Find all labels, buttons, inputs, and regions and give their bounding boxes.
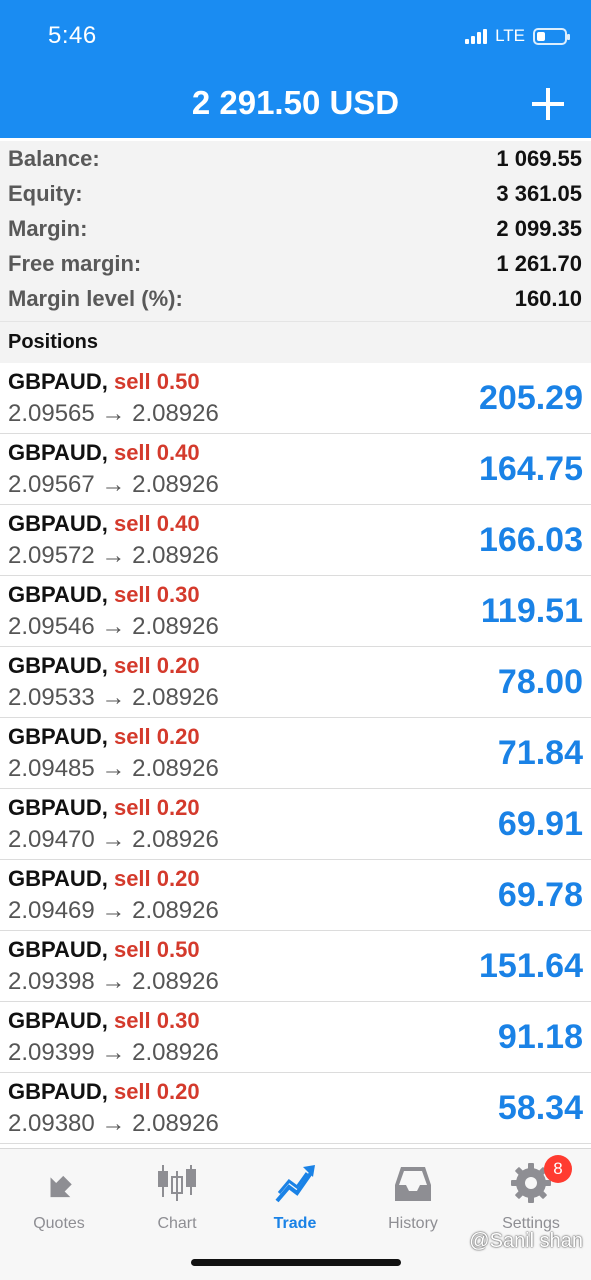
network-label: LTE — [495, 26, 525, 45]
position-row[interactable]: GBPAUD, sell 0.20 2.09470 → 2.08926 69.9… — [0, 789, 591, 860]
chart-icon — [158, 1165, 196, 1201]
status-time: 5:46 — [48, 22, 97, 49]
position-profit: 78.00 — [497, 663, 583, 701]
position-symbol: GBPAUD, — [8, 1008, 108, 1033]
summary-value: 1 069.55 — [496, 145, 582, 171]
summary-label: Balance: — [8, 145, 100, 171]
app-header: 5:46 LTE 2 291.50 USD — [0, 0, 591, 138]
positions-list: GBPAUD, sell 0.50 2.09565 → 2.08926 205.… — [0, 363, 591, 1144]
position-symbol: GBPAUD, — [8, 1079, 108, 1104]
position-prices: 2.09398 → 2.08926 — [8, 968, 219, 995]
tab-label: Trade — [273, 1215, 317, 1232]
position-prices: 2.09470 → 2.08926 — [8, 826, 219, 853]
position-symbol: GBPAUD, — [8, 369, 108, 394]
position-prices: 2.09533 → 2.08926 — [8, 684, 219, 711]
position-row[interactable]: GBPAUD, sell 0.30 2.09546 → 2.08926 119.… — [0, 576, 591, 647]
position-symbol: GBPAUD, — [8, 866, 108, 891]
summary-label: Margin level (%): — [8, 285, 183, 311]
battery-icon — [533, 27, 570, 45]
position-profit: 119.51 — [480, 592, 583, 630]
tab-trade[interactable]: Trade — [236, 1157, 354, 1237]
position-profit: 166.03 — [479, 521, 583, 559]
position-type: sell 0.40 — [113, 440, 200, 465]
position-type: sell 0.30 — [113, 582, 200, 607]
position-row[interactable]: GBPAUD, sell 0.50 2.09565 → 2.08926 205.… — [0, 363, 591, 434]
summary-row-equity: Equity: 3 361.05 — [0, 176, 591, 211]
position-row[interactable]: GBPAUD, sell 0.30 2.09399 → 2.08926 91.1… — [0, 1002, 591, 1073]
trade-icon — [275, 1165, 315, 1203]
tab-quotes[interactable]: Quotes — [0, 1157, 118, 1237]
position-profit: 58.34 — [497, 1089, 583, 1127]
status-indicators: LTE — [465, 26, 570, 46]
page-title: 2 291.50 USD — [191, 84, 400, 121]
tab-settings[interactable]: 8 Settings — [472, 1155, 590, 1237]
summary-value: 1 261.70 — [496, 250, 582, 276]
position-row[interactable]: GBPAUD, sell 0.20 2.09469 → 2.08926 69.7… — [0, 860, 591, 931]
summary-row-margin: Margin: 2 099.35 — [0, 211, 591, 246]
position-row[interactable]: GBPAUD, sell 0.40 2.09572 → 2.08926 166.… — [0, 505, 591, 576]
position-row[interactable]: GBPAUD, sell 0.50 2.09398 → 2.08926 151.… — [0, 931, 591, 1002]
position-profit: 71.84 — [497, 734, 583, 772]
position-row[interactable]: GBPAUD, sell 0.20 2.09380 → 2.08926 58.3… — [0, 1073, 591, 1144]
position-type: sell 0.40 — [113, 511, 200, 536]
watermark: @Sanil shan — [469, 1230, 583, 1252]
position-type: sell 0.20 — [113, 866, 200, 891]
position-prices: 2.09572 → 2.08926 — [8, 542, 219, 569]
position-row[interactable]: GBPAUD, sell 0.40 2.09567 → 2.08926 164.… — [0, 434, 591, 505]
signal-icon — [465, 28, 488, 44]
summary-row-margin-level: Margin level (%): 160.10 — [0, 281, 591, 316]
position-symbol: GBPAUD, — [8, 724, 108, 749]
position-profit: 164.75 — [479, 450, 583, 488]
summary-value: 3 361.05 — [496, 180, 582, 206]
account-summary: Balance: 1 069.55 Equity: 3 361.05 Margi… — [0, 141, 591, 321]
position-type: sell 0.30 — [113, 1008, 200, 1033]
position-prices: 2.09380 → 2.08926 — [8, 1110, 219, 1137]
position-symbol: GBPAUD, — [8, 582, 108, 607]
position-prices: 2.09546 → 2.08926 — [8, 613, 219, 640]
home-indicator — [191, 1259, 401, 1266]
summary-value: 160.10 — [514, 285, 582, 311]
position-prices: 2.09469 → 2.08926 — [8, 897, 219, 924]
position-row[interactable]: GBPAUD, sell 0.20 2.09485 → 2.08926 71.8… — [0, 718, 591, 789]
summary-row-free-margin: Free margin: 1 261.70 — [0, 246, 591, 281]
position-type: sell 0.50 — [113, 937, 200, 962]
tab-label: History — [388, 1215, 438, 1232]
summary-row-balance: Balance: 1 069.55 — [0, 141, 591, 176]
position-type: sell 0.20 — [113, 653, 200, 678]
inbox-icon — [395, 1167, 431, 1201]
tab-label: Chart — [157, 1215, 197, 1232]
position-profit: 69.78 — [497, 876, 583, 914]
add-order-button[interactable] — [532, 88, 564, 120]
position-type: sell 0.50 — [113, 369, 200, 394]
summary-label: Equity: — [8, 180, 83, 206]
position-symbol: GBPAUD, — [8, 511, 108, 536]
position-type: sell 0.20 — [113, 1079, 200, 1104]
settings-badge: 8 — [544, 1155, 572, 1183]
summary-label: Free margin: — [8, 250, 142, 276]
position-symbol: GBPAUD, — [8, 795, 108, 820]
tab-chart[interactable]: Chart — [118, 1157, 236, 1237]
quotes-icon — [50, 1175, 72, 1198]
position-profit: 151.64 — [479, 947, 583, 985]
tab-history[interactable]: History — [354, 1157, 472, 1237]
position-profit: 205.29 — [479, 379, 583, 417]
position-symbol: GBPAUD, — [8, 653, 108, 678]
positions-section-header: Positions — [0, 321, 591, 363]
position-symbol: GBPAUD, — [8, 440, 108, 465]
summary-label: Margin: — [8, 215, 88, 241]
position-type: sell 0.20 — [113, 724, 200, 749]
position-prices: 2.09485 → 2.08926 — [8, 755, 219, 782]
position-prices: 2.09399 → 2.08926 — [8, 1039, 219, 1066]
position-profit: 69.91 — [497, 805, 583, 843]
position-profit: 91.18 — [497, 1018, 583, 1056]
position-type: sell 0.20 — [113, 795, 200, 820]
positions-heading: Positions — [8, 331, 99, 353]
summary-value: 2 099.35 — [496, 215, 582, 241]
tab-label: Quotes — [33, 1215, 85, 1232]
position-row[interactable]: GBPAUD, sell 0.20 2.09533 → 2.08926 78.0… — [0, 647, 591, 718]
position-prices: 2.09567 → 2.08926 — [8, 471, 219, 498]
position-prices: 2.09565 → 2.08926 — [8, 400, 219, 427]
position-symbol: GBPAUD, — [8, 937, 108, 962]
